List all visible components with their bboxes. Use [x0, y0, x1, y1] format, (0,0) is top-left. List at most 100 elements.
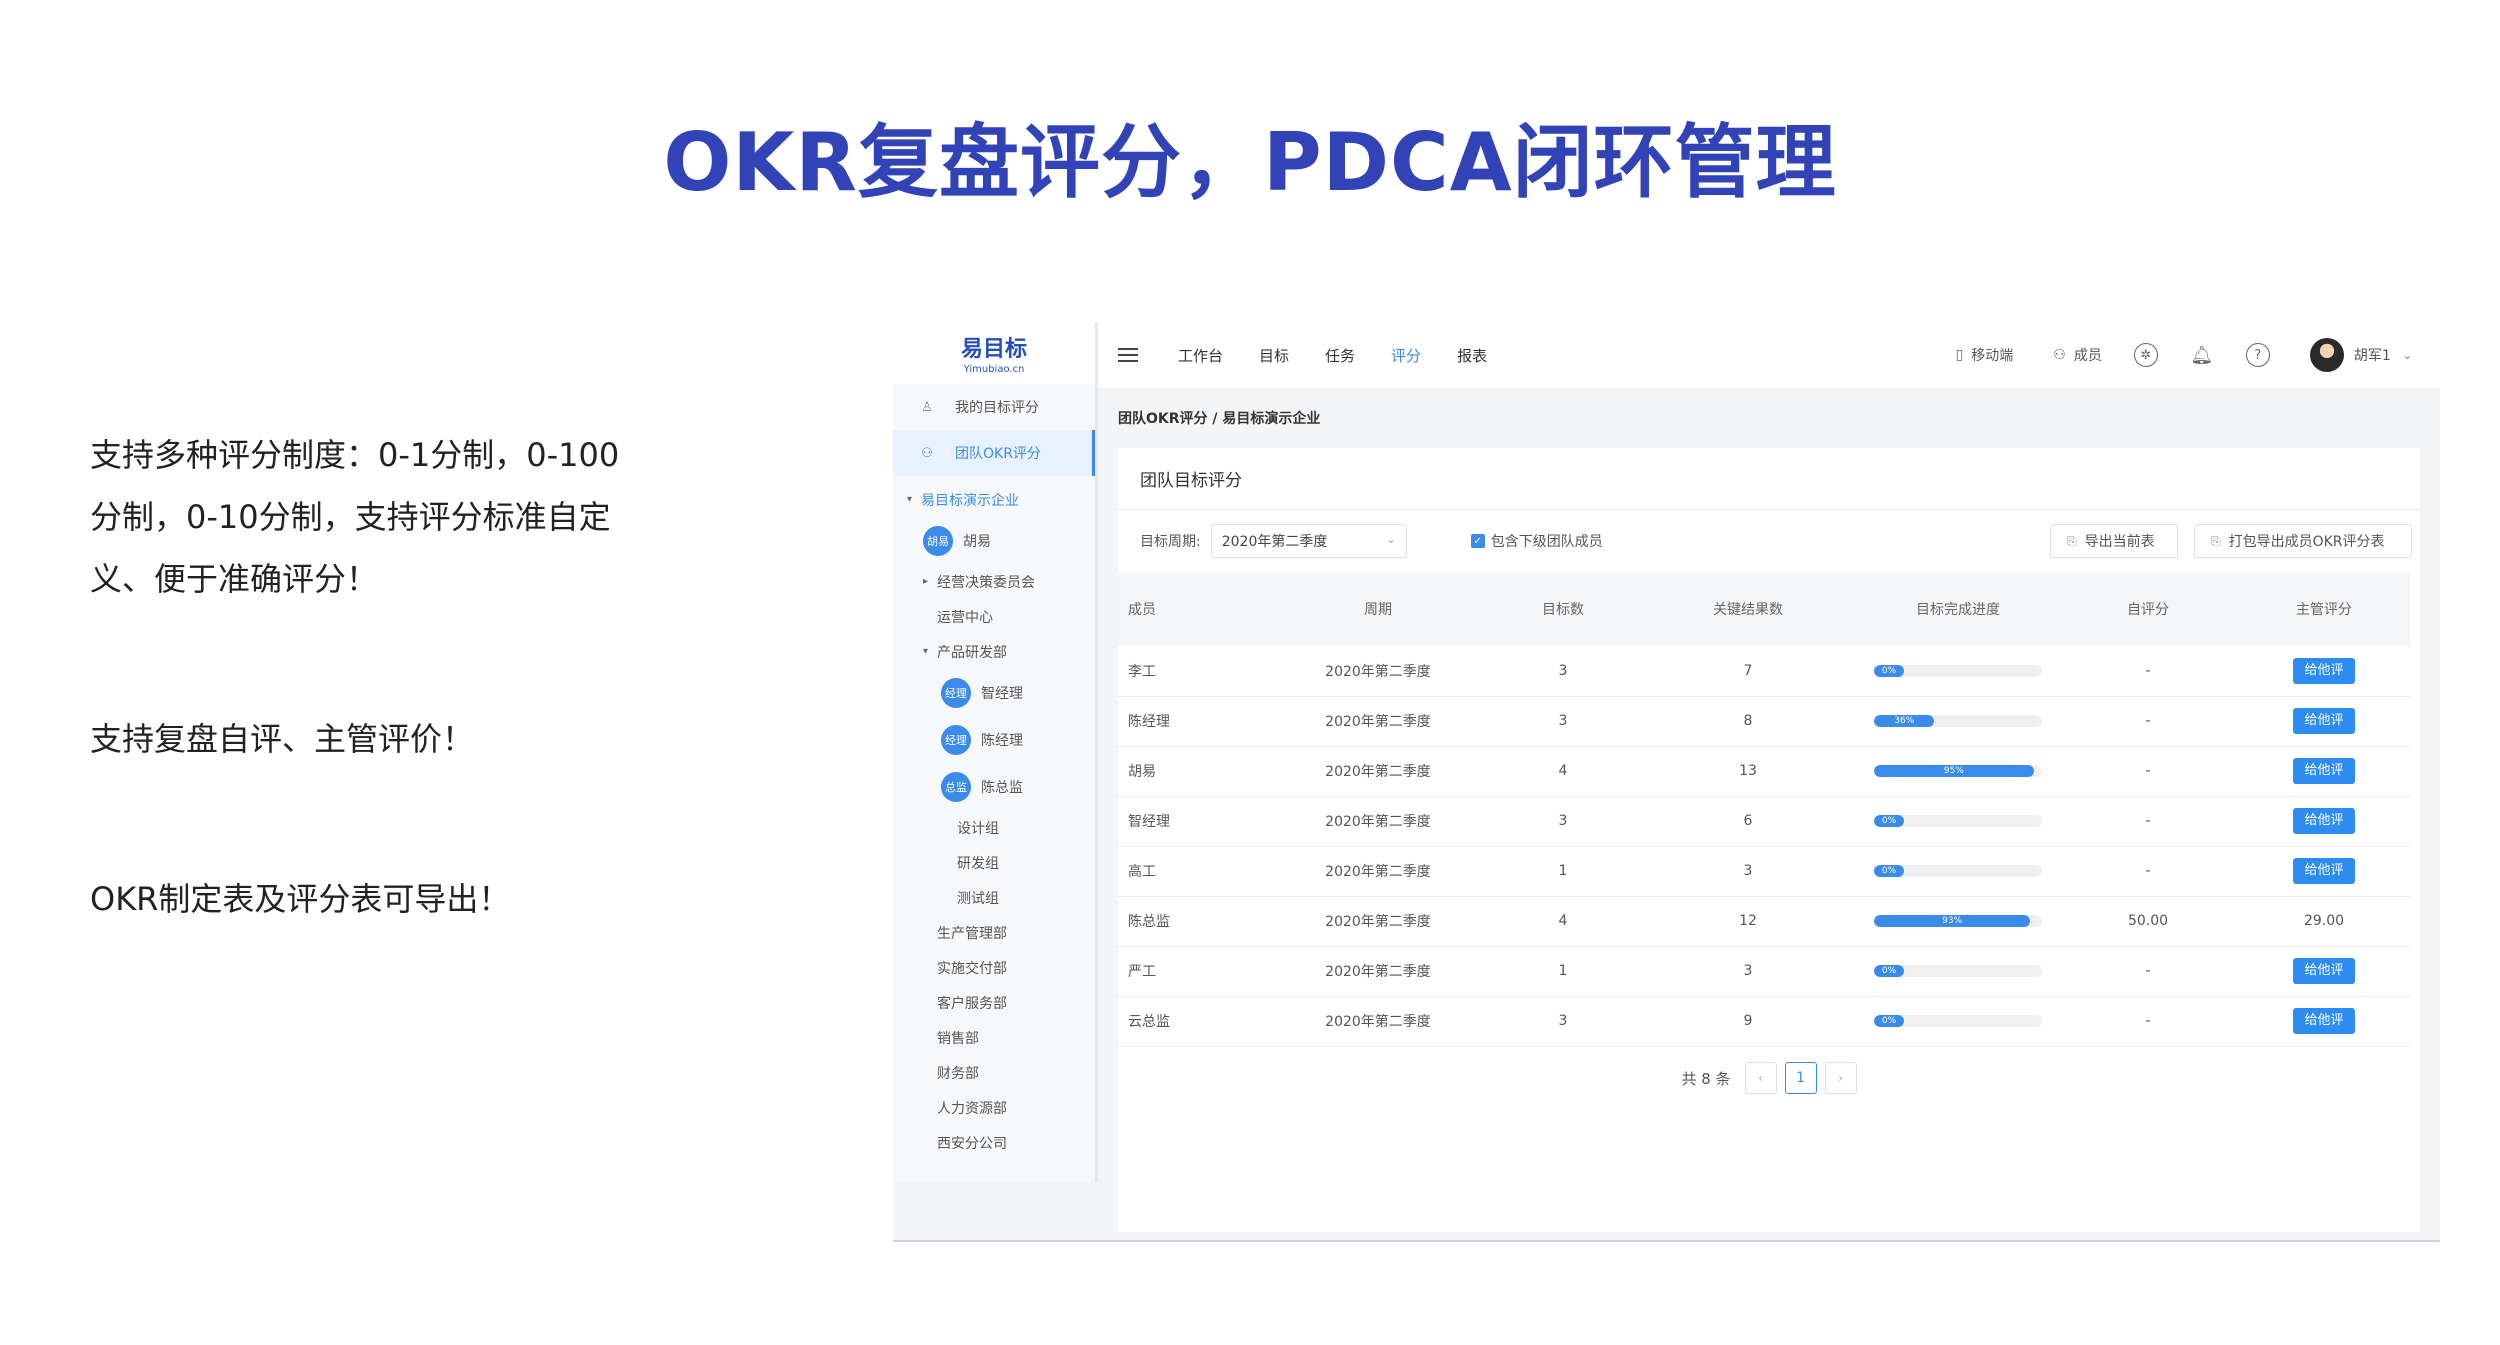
cell-goals: 3: [1558, 713, 1568, 729]
rate-button[interactable]: 给他评: [2293, 657, 2355, 684]
cell-progress: 0%: [1858, 946, 2058, 996]
caret-right-icon[interactable]: ▸: [923, 576, 937, 587]
nav-scoring[interactable]: 评分: [1391, 345, 1421, 366]
caret-down-icon[interactable]: ▾: [923, 646, 937, 657]
rate-button[interactable]: 给他评: [2293, 758, 2355, 784]
prev-page-button[interactable]: ‹: [1744, 1062, 1777, 1094]
cell-self-score: 50.00: [2127, 913, 2169, 929]
tree-node-caiwu[interactable]: 财务部: [893, 1055, 1095, 1090]
cell-member[interactable]: 陈经理: [1118, 696, 1268, 746]
cell-member[interactable]: 严工: [1118, 946, 1268, 996]
progress-bar: 36%: [1874, 715, 2042, 727]
tree-node-ceshi[interactable]: 测试组: [893, 880, 1095, 915]
tree-node-yunying[interactable]: 运营中心: [893, 599, 1095, 634]
hamburger-menu-icon[interactable]: [1118, 348, 1138, 362]
tree-node-chanpin[interactable]: ▾ 产品研发部: [893, 634, 1095, 669]
sidebar-item-team-okr-score[interactable]: ⚇ 团队OKR评分: [893, 430, 1095, 476]
cell-member[interactable]: 李工: [1118, 646, 1268, 696]
cell-progress: 0%: [1858, 846, 2058, 896]
tree-node-jingying[interactable]: ▸ 经营决策委员会: [893, 564, 1095, 599]
period-select[interactable]: 2020年第二季度 ⌄: [1210, 524, 1407, 558]
cell-boss-score: 29.00: [2238, 896, 2410, 946]
col-goals[interactable]: 目标数: [1488, 572, 1638, 646]
chevron-down-icon: ⌄: [1386, 533, 1396, 546]
filters-bar: 目标周期: 2020年第二季度 ⌄ ✓ 包含下级团队成员 ⎘ 导出当前表 ⎘ 打…: [1118, 510, 2420, 572]
col-period[interactable]: 周期: [1268, 572, 1488, 646]
boss-score: 29.00: [2303, 913, 2345, 929]
cell-member[interactable]: 陈总监: [1118, 896, 1268, 946]
cell-member[interactable]: 胡易: [1118, 746, 1268, 796]
rate-button[interactable]: 给他评: [2293, 1008, 2355, 1034]
sidebar: 易目标 Yimubiao.cn ♙ 我的目标评分 ⚇ 团队OKR评分 ▾ 易目标…: [893, 322, 1098, 1182]
nav-workbench[interactable]: 工作台: [1178, 345, 1223, 366]
cell-progress: 93%: [1858, 896, 2058, 946]
cell-goals: 3: [1558, 662, 1568, 679]
export-current-button[interactable]: ⎘ 导出当前表: [2050, 524, 2178, 558]
rate-button[interactable]: 给他评: [2293, 958, 2355, 984]
nav-reports[interactable]: 报表: [1457, 345, 1487, 366]
tree-node-renli[interactable]: 人力资源部: [893, 1090, 1095, 1125]
aperture-icon[interactable]: ✲: [2133, 343, 2158, 367]
tree-node-kehu[interactable]: 客户服务部: [893, 985, 1095, 1020]
col-boss-score[interactable]: 主管评分: [2238, 572, 2410, 646]
user-menu[interactable]: 胡军1 ⌄: [2309, 338, 2412, 372]
cell-member[interactable]: 云总监: [1118, 996, 1268, 1046]
rate-button[interactable]: 给他评: [2293, 858, 2355, 884]
cell-goals: 1: [1558, 963, 1568, 979]
cell-krs: 7: [1743, 662, 1753, 679]
cell-self-score: -: [2145, 662, 2151, 679]
export-pack-button[interactable]: ⎘ 打包导出成员OKR评分表: [2194, 524, 2412, 558]
include-subteams-checkbox[interactable]: ✓ 包含下级团队成员: [1470, 531, 1603, 551]
tree-node-xian[interactable]: 西安分公司: [893, 1125, 1095, 1160]
col-krs[interactable]: 关键结果数: [1638, 572, 1858, 646]
total-count: 共 8 条: [1681, 1069, 1731, 1088]
feature-self-review: 支持复盘自评、主管评价！: [90, 720, 475, 758]
cell-period: 2020年第二季度: [1325, 1014, 1431, 1030]
col-member[interactable]: 成员: [1118, 572, 1268, 646]
tree-node-shengchan[interactable]: 生产管理部: [893, 915, 1095, 950]
table-row: 云总监 2020年第二季度 3 9 0% - 给他评: [1118, 996, 2410, 1046]
cell-period: 2020年第二季度: [1325, 914, 1431, 930]
cell-krs: 9: [1743, 1013, 1753, 1029]
avatar: 经理: [941, 677, 971, 708]
rate-button[interactable]: 给他评: [2293, 708, 2355, 734]
tree-node-zhi[interactable]: 经理 智经理: [893, 669, 1095, 716]
col-progress[interactable]: 目标完成进度: [1858, 572, 2058, 646]
page-1-button[interactable]: 1: [1784, 1062, 1817, 1094]
breadcrumb: 团队OKR评分 / 易目标演示企业: [1118, 411, 1321, 427]
help-icon[interactable]: ?: [2245, 343, 2270, 367]
tree-node-chen[interactable]: 经理 陈经理: [893, 716, 1095, 763]
tree-node-sheji[interactable]: 设计组: [893, 810, 1095, 845]
logo[interactable]: 易目标 Yimubiao.cn: [893, 322, 1095, 384]
cell-progress: 0%: [1858, 796, 2058, 846]
nav-tasks[interactable]: 任务: [1325, 345, 1355, 366]
tree-node-xiaoshou[interactable]: 销售部: [893, 1020, 1095, 1055]
cell-goals: 4: [1558, 913, 1568, 929]
page: OKR复盘评分，PDCA闭环管理 支持多种评分制度：0-1分制，0-100分制，…: [0, 0, 2500, 1345]
col-self-score[interactable]: 自评分: [2058, 572, 2238, 646]
sidebar-item-label: 团队OKR评分: [955, 446, 1041, 462]
app-screenshot: 易目标 Yimubiao.cn ♙ 我的目标评分 ⚇ 团队OKR评分 ▾ 易目标…: [893, 322, 2440, 1242]
cell-member[interactable]: 高工: [1118, 846, 1268, 896]
tree-node-hu[interactable]: 胡易 胡易: [893, 517, 1095, 564]
table-row: 严工 2020年第二季度 1 3 0% - 给他评: [1118, 946, 2410, 996]
tree-node-yanfa[interactable]: 研发组: [893, 845, 1095, 880]
cell-self-score: -: [2145, 1013, 2151, 1029]
cell-progress: 0%: [1858, 646, 2058, 696]
bell-icon[interactable]: 🔔︎: [2190, 343, 2214, 367]
tree-node-zong[interactable]: 总监 陈总监: [893, 763, 1095, 810]
members-link[interactable]: ⚇ 成员: [2053, 345, 2102, 365]
tree-node-root[interactable]: ▾ 易目标演示企业: [893, 482, 1095, 517]
members-icon: ⚇: [2053, 347, 2066, 363]
rate-button[interactable]: 给他评: [2293, 808, 2355, 834]
cell-member[interactable]: 智经理: [1118, 796, 1268, 846]
sidebar-item-my-score[interactable]: ♙ 我的目标评分: [893, 384, 1095, 430]
cell-goals: 4: [1558, 763, 1568, 779]
nav-goals[interactable]: 目标: [1259, 345, 1289, 366]
progress-fill: 0%: [1874, 965, 1904, 977]
mobile-link[interactable]: ▯ 移动端: [1956, 345, 2014, 365]
caret-down-icon[interactable]: ▾: [907, 494, 921, 505]
next-page-button[interactable]: ›: [1824, 1062, 1857, 1094]
tree-node-shishi[interactable]: 实施交付部: [893, 950, 1095, 985]
avatar: 胡易: [923, 525, 953, 556]
